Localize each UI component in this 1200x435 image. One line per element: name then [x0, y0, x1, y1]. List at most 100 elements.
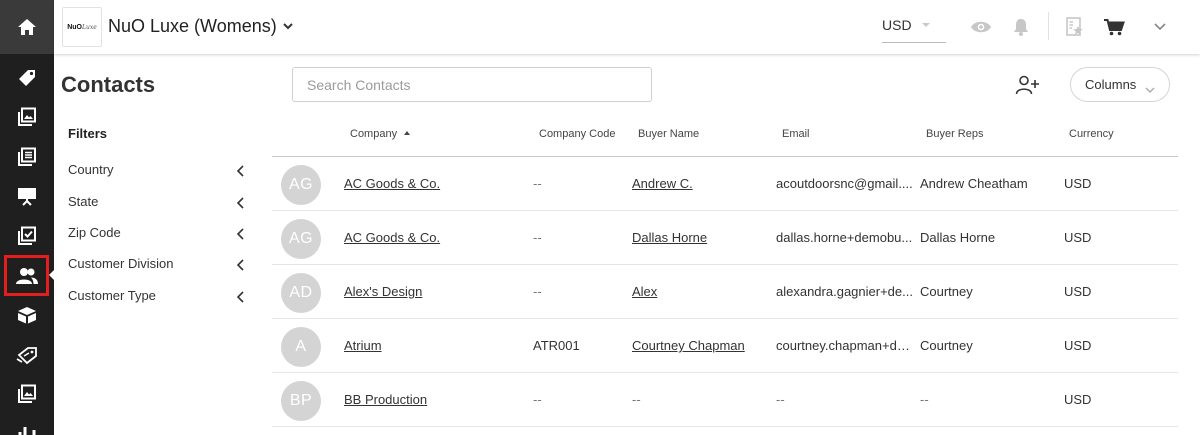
filter-country[interactable]: Country [68, 162, 246, 182]
company-code: -- [533, 284, 542, 299]
cart-icon[interactable] [1103, 16, 1125, 38]
image-icon [18, 384, 36, 403]
currency-select[interactable]: USD [882, 17, 946, 43]
home-button[interactable] [0, 0, 54, 54]
avatar: AG [281, 219, 321, 259]
company-link[interactable]: BB Production [344, 392, 524, 407]
rail-item-promotions[interactable] [0, 335, 54, 374]
email: courtney.chapman+de... [776, 338, 914, 353]
brand-chevron-down-icon[interactable] [282, 19, 294, 37]
home-icon [18, 19, 36, 35]
avatar: AD [281, 273, 321, 313]
table-row[interactable]: AD Alex's Design -- Alex alexandra.gagni… [272, 265, 1178, 319]
table-row[interactable]: A Atrium ATR001 Courtney Chapman courtne… [272, 319, 1178, 373]
currency: USD [1064, 392, 1092, 407]
table-row[interactable]: AG AC Goods & Co. -- Andrew C. acoutdoor… [272, 157, 1178, 211]
company-link[interactable]: AC Goods & Co. [344, 176, 524, 191]
email: alexandra.gagnier+de... [776, 284, 913, 299]
columns-button-label: Columns [1085, 77, 1137, 92]
buyer-name-link[interactable]: Dallas Horne [632, 230, 772, 245]
account-chevron-down-icon[interactable] [1149, 16, 1171, 38]
filter-label: Zip Code [68, 225, 121, 240]
brand-name[interactable]: NuO Luxe (Womens) [108, 16, 277, 37]
avatar: BP [281, 381, 321, 421]
chevron-left-icon [236, 165, 244, 180]
company-link[interactable]: AC Goods & Co. [344, 230, 524, 245]
filter-zip-code[interactable]: Zip Code [68, 225, 246, 245]
checklist-icon [18, 226, 36, 245]
buyer-reps: Dallas Horne [920, 230, 996, 245]
preview-eye-icon[interactable] [970, 16, 992, 38]
currency: USD [1064, 176, 1092, 191]
filter-label: Customer Division [68, 256, 174, 271]
rail-item-media[interactable] [0, 374, 54, 413]
company-code: -- [533, 230, 542, 245]
avatar: AG [281, 165, 321, 205]
filter-state[interactable]: State [68, 194, 246, 214]
rail-item-orders[interactable] [0, 216, 54, 255]
company-link[interactable]: Atrium [344, 338, 524, 353]
buyer-reps: -- [920, 392, 929, 407]
filters-title: Filters [68, 126, 108, 141]
email: acoutdoorsnc@gmail.... [776, 176, 913, 191]
icon-sidebar [0, 0, 55, 435]
page-title: Contacts [61, 72, 156, 97]
company-code: -- [533, 176, 542, 191]
rail-item-products[interactable] [0, 295, 54, 334]
bar-chart-icon [18, 426, 36, 435]
top-bar: NuO Luxe NuO Luxe (Womens) USD [54, 0, 1200, 54]
linesheet-icon [18, 147, 36, 166]
buyer-reps: Andrew Cheatham [920, 176, 1028, 191]
contacts-table: Company Company Code Buyer Name Email Bu… [272, 112, 1178, 427]
email: dallas.horne+demobu... [776, 230, 913, 245]
rail-item-presentations[interactable] [0, 176, 54, 215]
currency-value: USD [882, 17, 912, 33]
buyer-name-link[interactable]: Courtney Chapman [632, 338, 772, 353]
header-email[interactable]: Email [782, 128, 810, 140]
rail-item-tags[interactable] [0, 58, 54, 97]
filter-label: Country [68, 162, 114, 177]
company-link[interactable]: Alex's Design [344, 284, 524, 299]
company-code: ATR001 [533, 338, 580, 353]
header-buyer-reps[interactable]: Buyer Reps [926, 128, 983, 140]
topbar-divider [1048, 12, 1049, 40]
search-input[interactable] [292, 67, 652, 102]
header-buyer-name[interactable]: Buyer Name [638, 128, 699, 140]
buyer-name-link[interactable]: Andrew C. [632, 176, 772, 191]
sort-ascending-icon [404, 131, 411, 135]
discount-tag-icon [16, 346, 37, 364]
header-currency[interactable]: Currency [1069, 128, 1114, 140]
logo-script: Luxe [81, 23, 97, 31]
buyer-reps: Courtney [920, 338, 973, 353]
chevron-left-icon [236, 259, 244, 274]
brand-logo[interactable]: NuO Luxe [62, 7, 102, 47]
filter-label: State [68, 194, 99, 209]
tag-icon [19, 69, 35, 86]
header-company-code[interactable]: Company Code [539, 128, 615, 140]
table-row[interactable]: BP BB Production -- -- -- -- USD [272, 373, 1178, 427]
header-label: Company [350, 128, 398, 140]
rail-item-catalogs[interactable] [0, 97, 54, 136]
columns-chevron-down-icon [1145, 82, 1155, 97]
reports-star-icon[interactable] [1064, 16, 1086, 38]
currency-caret-icon [922, 23, 930, 27]
filter-customer-type[interactable]: Customer Type [68, 288, 246, 308]
buyer-name-link[interactable]: Alex [632, 284, 772, 299]
rail-item-linesheets[interactable] [0, 137, 54, 176]
avatar: A [281, 327, 321, 367]
filter-customer-division[interactable]: Customer Division [68, 256, 246, 276]
logo-text: NuO [67, 23, 82, 31]
buyer-name: -- [632, 392, 641, 407]
chevron-left-icon [236, 291, 244, 306]
table-row[interactable]: AG AC Goods & Co. -- Dallas Horne dallas… [272, 211, 1178, 265]
add-contact-icon[interactable] [1013, 72, 1041, 98]
box-icon [18, 306, 36, 323]
notifications-bell-icon[interactable] [1010, 16, 1032, 38]
presentation-icon [18, 187, 36, 206]
columns-button[interactable]: Columns [1070, 67, 1170, 102]
header-company[interactable]: Company [350, 128, 411, 140]
active-item-highlight [4, 255, 49, 296]
scrollbar[interactable] [1190, 112, 1196, 435]
rail-item-reports[interactable] [0, 414, 54, 435]
chevron-left-icon [236, 197, 244, 212]
